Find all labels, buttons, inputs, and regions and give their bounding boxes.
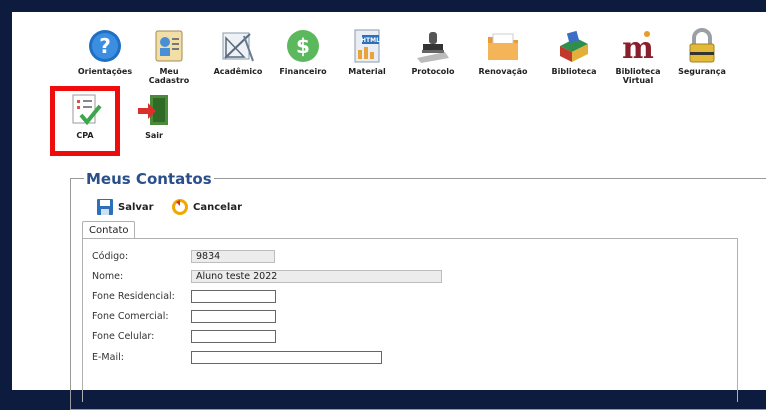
codigo-field: 9834 — [191, 250, 275, 263]
cancel-label: Cancelar — [193, 201, 243, 213]
menu-label: Segurança — [678, 67, 726, 76]
stamp-icon — [417, 32, 449, 63]
save-label: Salvar — [118, 201, 154, 213]
svg-text:HTML: HTML — [361, 37, 380, 44]
save-button[interactable]: Salvar — [96, 198, 154, 216]
menu-item-renovacao[interactable]: Renovação — [472, 28, 534, 76]
menu-item-protocolo[interactable]: Protocolo — [402, 28, 464, 76]
nome-label: Nome: — [92, 271, 124, 282]
svg-text:$: $ — [296, 34, 310, 58]
cancel-button[interactable]: Cancelar — [171, 198, 242, 216]
fone-residencial-input[interactable] — [191, 290, 276, 303]
html-file-icon: HTML — [354, 29, 380, 63]
menu-label: Acadêmico — [213, 67, 263, 76]
m-logo-icon: m — [622, 31, 654, 64]
menu-item-financeiro[interactable]: $ Financeiro — [272, 28, 334, 76]
fone-celular-input[interactable] — [191, 330, 276, 343]
menu-label: Protocolo — [411, 67, 455, 76]
books-icon — [560, 30, 588, 62]
drafting-tools-icon — [222, 32, 254, 62]
help-icon: ? — [89, 30, 121, 62]
menu-label: Financeiro — [279, 67, 327, 76]
floppy-disk-icon — [97, 199, 113, 215]
menu-label: Orientações — [77, 67, 133, 76]
menu-label: Meu Cadastro — [148, 67, 190, 85]
fone-comercial-label: Fone Comercial: — [92, 311, 169, 322]
cancel-icon — [172, 199, 188, 215]
dollar-icon: $ — [287, 30, 319, 62]
section-title: Meus Contatos — [84, 170, 214, 188]
svg-text:m: m — [622, 31, 654, 64]
codigo-label: Código: — [92, 251, 129, 262]
nome-field: Aluno teste 2022 — [191, 270, 442, 283]
menu-label: Sair — [145, 131, 163, 140]
email-label: E-Mail: — [92, 352, 124, 363]
folder-icon — [488, 33, 518, 60]
padlock-icon — [689, 28, 715, 63]
menu-item-biblioteca-virtual[interactable]: m Biblioteca Virtual — [607, 28, 669, 85]
menu-item-orientacoes[interactable]: ? Orientações — [74, 28, 136, 76]
menu-label: Material — [348, 67, 386, 76]
menu-label: Biblioteca — [551, 67, 597, 76]
id-card-icon — [155, 30, 183, 62]
app-window: ? Orientações Meu Cadastro Acadêmico $ F… — [12, 12, 766, 410]
menu-item-seguranca[interactable]: Segurança — [671, 28, 733, 76]
tab-contato[interactable]: Contato — [82, 221, 135, 239]
cpa-highlight-box — [50, 86, 120, 156]
menu-item-meu-cadastro[interactable]: Meu Cadastro — [138, 28, 200, 85]
contato-tab-panel — [82, 238, 738, 402]
menu-label: Biblioteca Virtual — [615, 67, 661, 85]
svg-text:?: ? — [99, 34, 111, 58]
menu-item-biblioteca[interactable]: Biblioteca — [543, 28, 605, 76]
fone-comercial-input[interactable] — [191, 310, 276, 323]
menu-label: Renovação — [478, 67, 528, 76]
fone-residencial-label: Fone Residencial: — [92, 291, 175, 302]
menu-item-academico[interactable]: Acadêmico — [207, 28, 269, 76]
fone-celular-label: Fone Celular: — [92, 331, 155, 342]
email-input[interactable] — [191, 351, 382, 364]
menu-item-material[interactable]: HTML Material — [336, 28, 398, 76]
menu-item-sair[interactable]: Sair — [123, 92, 185, 140]
exit-door-icon — [138, 95, 168, 125]
